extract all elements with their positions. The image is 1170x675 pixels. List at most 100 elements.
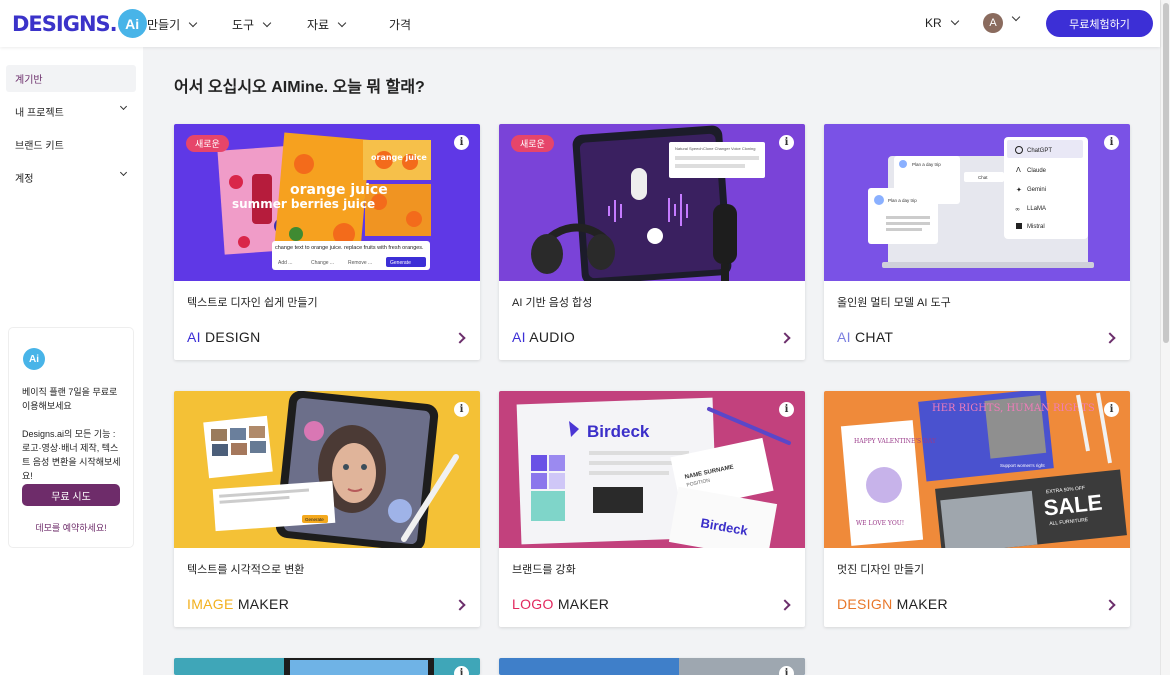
- info-icon[interactable]: i: [1104, 135, 1119, 150]
- thumb-text: Plan a day trip: [888, 198, 917, 203]
- model-mistral: Mistral: [1027, 224, 1045, 230]
- thumb-text: Support women's right: [1000, 463, 1045, 468]
- chevron-right-icon[interactable]: [779, 332, 791, 344]
- chevron-down-icon: [262, 18, 272, 27]
- svg-text:∞: ∞: [1015, 206, 1020, 213]
- chevron-right-icon[interactable]: [779, 599, 791, 611]
- card-ai-chat[interactable]: Plan a day trip Chat Plan a day trip Cha…: [824, 124, 1130, 360]
- promo-title: 베이직 플랜 7일을 무료로 이용해보세요: [22, 387, 118, 411]
- thumb-generate: Generate: [305, 517, 324, 522]
- card-ai-design[interactable]: summer berries juice orange juice orange…: [174, 124, 480, 360]
- svg-text:Λ: Λ: [1016, 166, 1021, 174]
- card-ai-audio[interactable]: Natural Speech Clone Changer Voice Cloni…: [499, 124, 805, 360]
- card-description: 멋진 디자인 만들기: [837, 564, 925, 576]
- card-brand: IMAGE MAKER: [187, 596, 289, 612]
- thumb-text: Plan a day trip: [912, 162, 941, 167]
- card-thumbnail: Generate: [174, 391, 480, 548]
- sidebar-item-label: 브랜드 키트: [15, 141, 64, 152]
- sidebar-item-brand-kit[interactable]: 브랜드 키트: [6, 131, 136, 158]
- nav-create-label: 만들기: [147, 18, 181, 32]
- card-brand: DESIGN MAKER: [837, 596, 948, 612]
- thumb-text: Voice Cloning: [731, 146, 755, 151]
- model-llama: LLaMA: [1027, 206, 1046, 212]
- thumb-chip: Change ...: [311, 260, 334, 266]
- thumb-text: summer berries juice: [232, 197, 375, 211]
- card-partial-1[interactable]: i: [174, 658, 480, 675]
- card-partial-2[interactable]: i: [499, 658, 805, 675]
- ai-logo-icon: Ai: [23, 348, 45, 370]
- chevron-right-icon[interactable]: [454, 599, 466, 611]
- book-demo-link[interactable]: 데모를 예약하세요!: [9, 521, 133, 534]
- chevron-right-icon[interactable]: [1104, 599, 1116, 611]
- thumb-text: WE LOVE YOU!: [856, 520, 904, 527]
- card-description: 텍스트를 시각적으로 변환: [187, 564, 305, 576]
- card-image-maker[interactable]: Generate i 텍스트를 시각적으로 변환 IMAGE MAKER: [174, 391, 480, 627]
- free-try-button[interactable]: 무료 시도: [22, 484, 120, 506]
- chevron-down-icon: [119, 168, 128, 177]
- thumb-chip: Remove ...: [348, 260, 372, 266]
- card-brand: LOGO MAKER: [512, 596, 609, 612]
- language-selector[interactable]: KR: [925, 16, 959, 30]
- nav-tools[interactable]: 도구: [232, 16, 272, 33]
- design-maker-illustration: HER RIGHTS, HUMAN RIGHTS Support women's…: [824, 391, 1130, 548]
- card-description: 텍스트로 디자인 쉽게 만들기: [187, 297, 318, 309]
- sidebar-item-my-projects[interactable]: 내 프로젝트: [6, 98, 136, 125]
- chevron-down-icon: [950, 16, 959, 26]
- sidebar: 계기반 내 프로젝트 브랜드 키트 계정 Ai 베이직 플랜 7일을 무료로 이…: [0, 47, 143, 675]
- thumb-prompt: change text to orange juice. replace fru…: [275, 245, 424, 251]
- thumb-text: HER RIGHTS, HUMAN RIGHTS: [932, 403, 1095, 414]
- new-badge: 새로운: [186, 135, 229, 152]
- info-icon[interactable]: i: [454, 135, 469, 150]
- info-icon[interactable]: i: [454, 402, 469, 417]
- sidebar-item-label: 계기반: [15, 75, 43, 86]
- nav-create[interactable]: 만들기: [147, 16, 198, 33]
- thumb-text: Natural Speech: [675, 146, 703, 151]
- info-icon[interactable]: i: [1104, 402, 1119, 417]
- sidebar-item-account[interactable]: 계정: [6, 164, 136, 191]
- info-icon[interactable]: i: [454, 666, 469, 675]
- card-description: AI 기반 음성 합성: [512, 297, 593, 309]
- chevron-down-icon: [119, 102, 128, 111]
- chevron-right-icon[interactable]: [454, 332, 466, 344]
- thumb-text: Clone Changer: [703, 146, 731, 151]
- info-icon[interactable]: i: [779, 666, 794, 675]
- brand-rest: AUDIO: [525, 329, 576, 345]
- thumb-chip: Add ...: [278, 260, 292, 266]
- sidebar-item-dashboard[interactable]: 계기반: [6, 65, 136, 92]
- promo-box: Ai 베이직 플랜 7일을 무료로 이용해보세요 Designs.ai의 모든 …: [9, 328, 133, 547]
- card-design-maker[interactable]: HER RIGHTS, HUMAN RIGHTS Support women's…: [824, 391, 1130, 627]
- card-logo-maker[interactable]: Birdeck NAME SURNAME POSITION Birdeck i …: [499, 391, 805, 627]
- free-trial-button[interactable]: 무료체험하기: [1046, 10, 1153, 37]
- avatar[interactable]: A: [983, 13, 1003, 33]
- nav-tools-label: 도구: [232, 18, 255, 32]
- nav-pricing-label: 가격: [389, 18, 412, 32]
- partial-thumbnail: [499, 658, 805, 675]
- scrollbar[interactable]: [1160, 0, 1170, 675]
- sidebar-item-label: 내 프로젝트: [15, 108, 64, 119]
- scroll-thumb[interactable]: [1163, 3, 1169, 343]
- thumb-generate: Generate: [390, 260, 411, 266]
- nav-pricing[interactable]: 가격: [389, 16, 411, 33]
- chevron-right-icon[interactable]: [1104, 332, 1116, 344]
- card-brand: AI CHAT: [837, 329, 893, 345]
- partial-thumbnail: [174, 658, 480, 675]
- model-gemini: Gemini: [1027, 187, 1046, 193]
- new-badge: 새로운: [511, 135, 554, 152]
- sidebar-item-label: 계정: [15, 174, 34, 185]
- info-icon[interactable]: i: [779, 402, 794, 417]
- brand-prefix: AI: [187, 329, 201, 345]
- account-chevron-down-icon[interactable]: [1011, 12, 1021, 22]
- nav-resources[interactable]: 자료: [307, 16, 347, 33]
- logo[interactable]: DESIGNS. Ai: [12, 9, 147, 38]
- card-thumbnail: Birdeck NAME SURNAME POSITION Birdeck: [499, 391, 805, 548]
- info-icon[interactable]: i: [779, 135, 794, 150]
- brand-rest: MAKER: [892, 596, 948, 612]
- card-thumbnail: Plan a day trip Chat Plan a day trip Cha…: [824, 124, 1130, 281]
- thumb-brand: Birdeck: [587, 422, 650, 441]
- card-brand: AI AUDIO: [512, 329, 575, 345]
- brand-prefix: IMAGE: [187, 596, 234, 612]
- card-description: 브랜드를 강화: [512, 564, 576, 576]
- model-claude: Claude: [1027, 168, 1047, 174]
- promo-body: Designs.ai의 모든 기능 : 로고·영상·배너 제작, 텍스트 음성 …: [22, 429, 121, 481]
- svg-text:✦: ✦: [1016, 186, 1022, 194]
